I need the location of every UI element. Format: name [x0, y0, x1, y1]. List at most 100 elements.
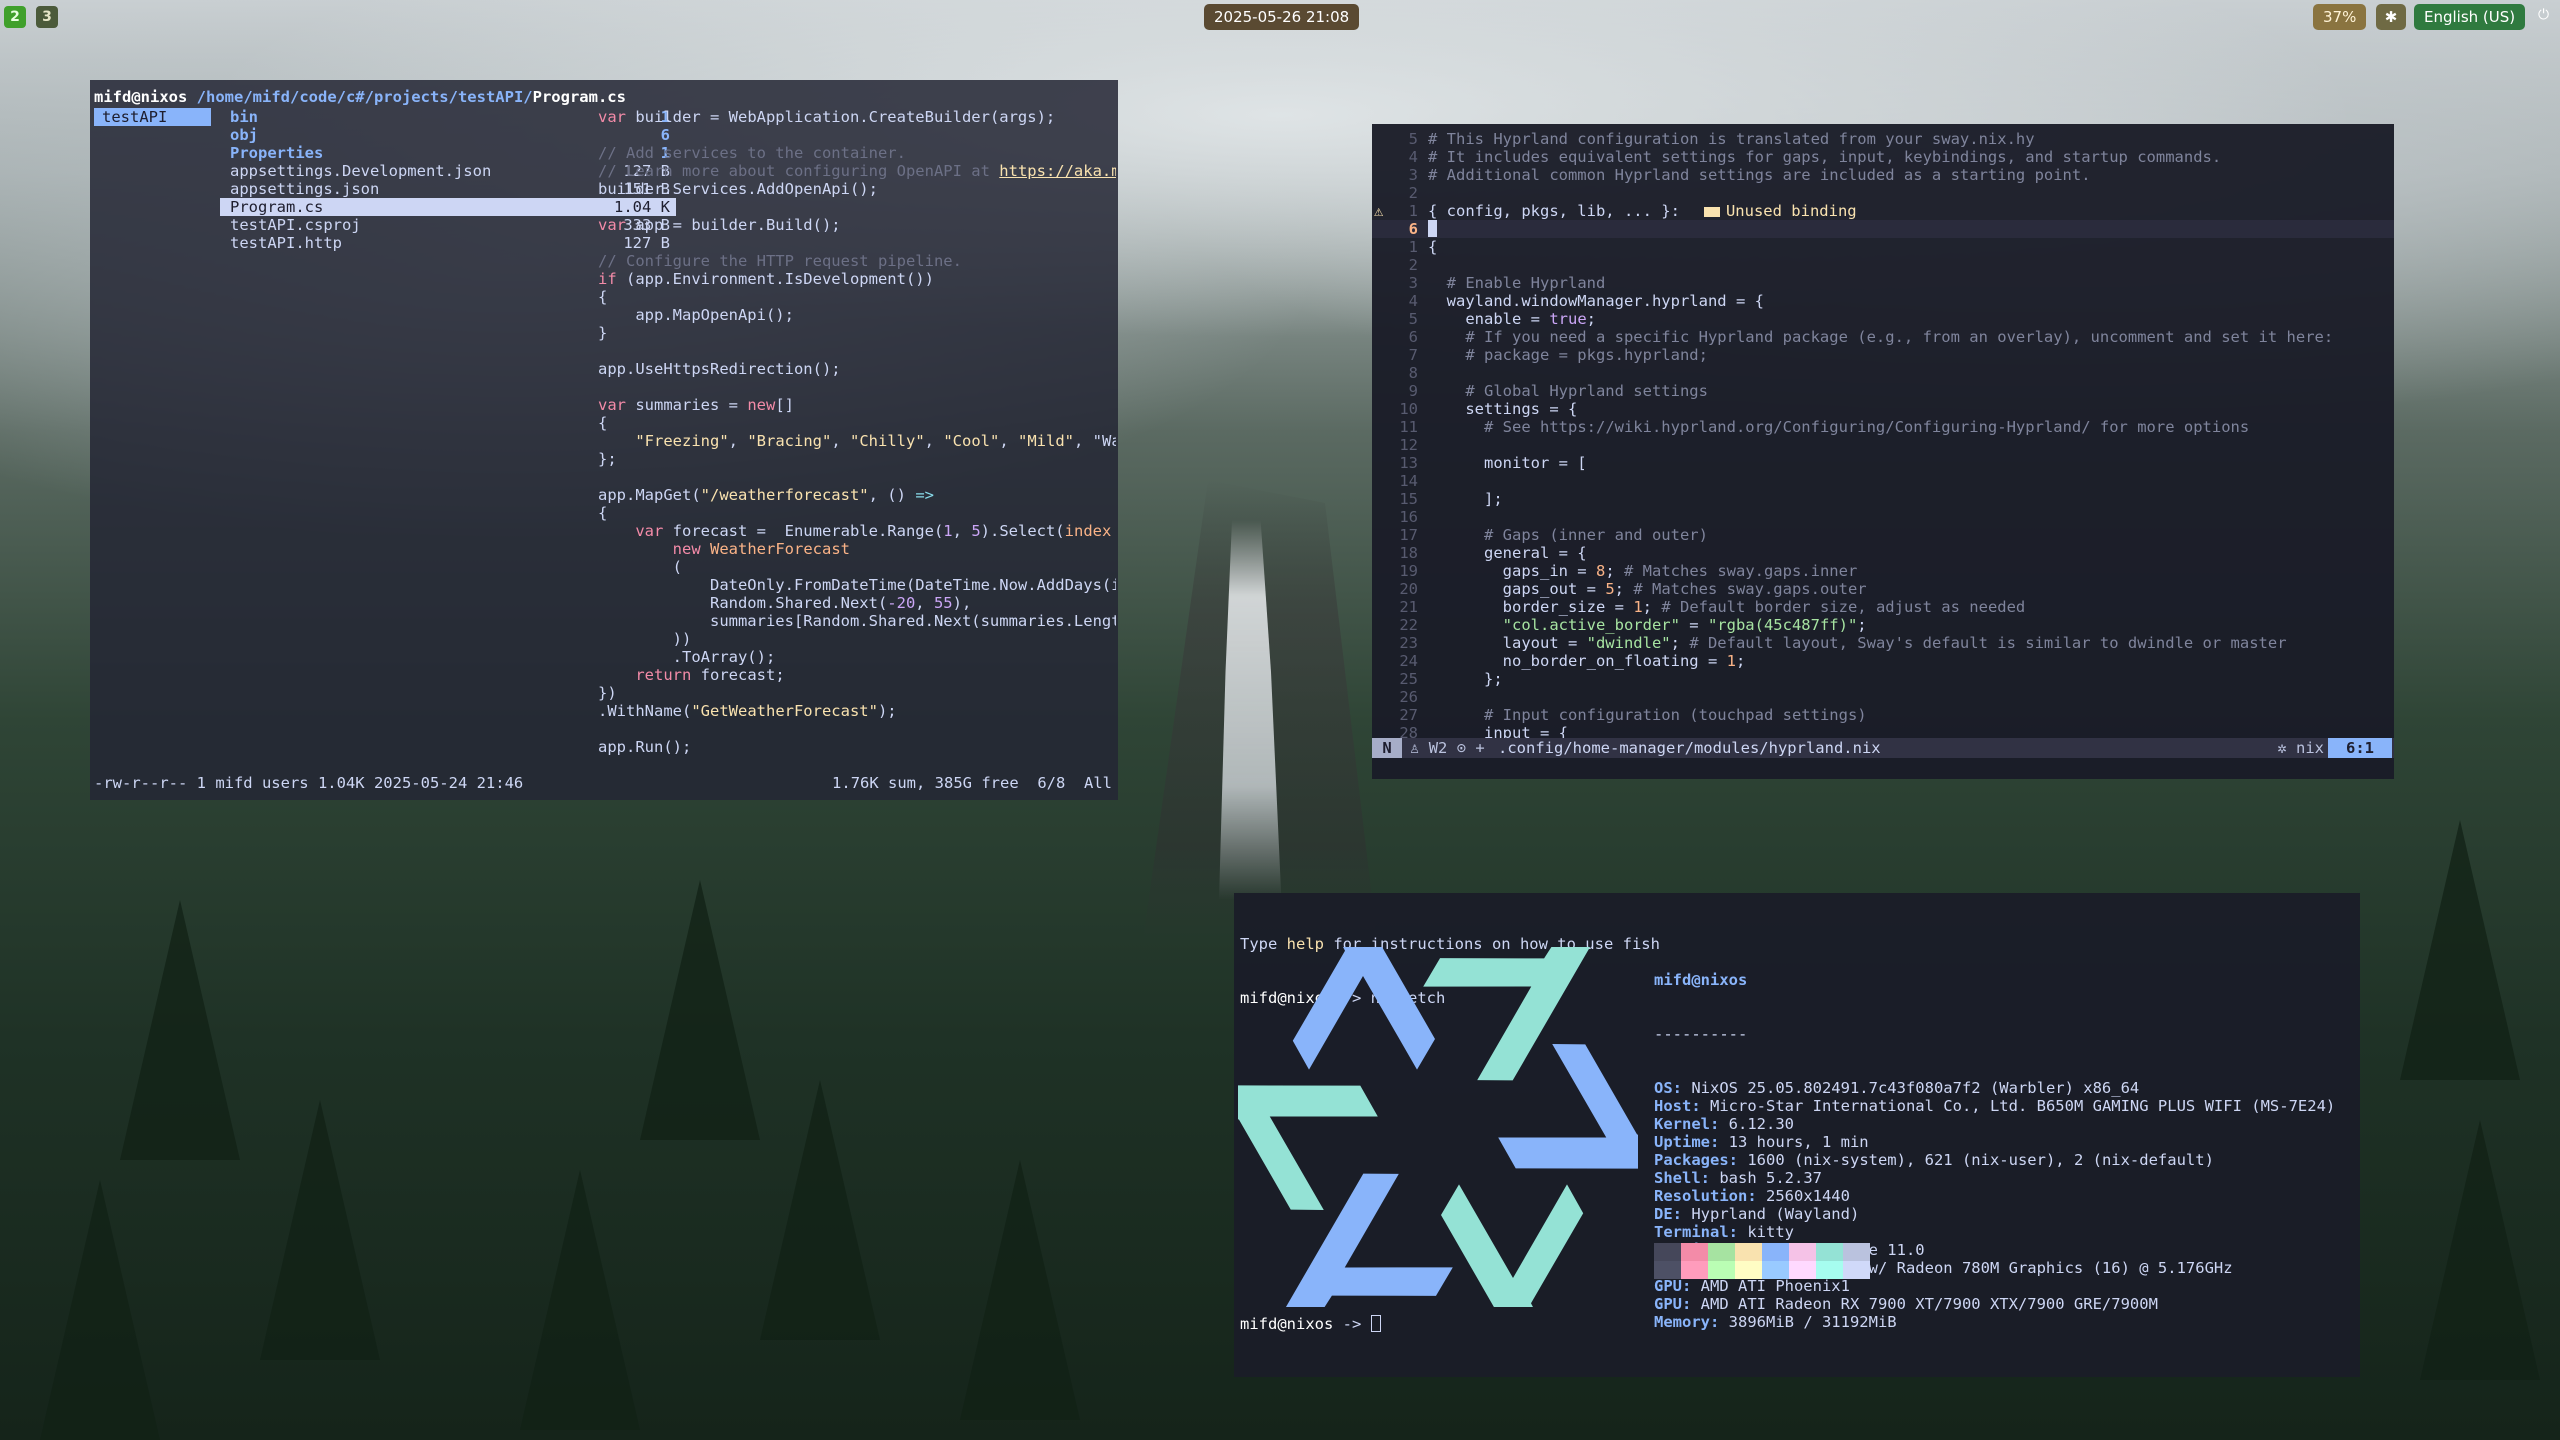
background-tree [120, 900, 240, 1160]
code-line: # Enable Hyprland [1446, 274, 1606, 292]
line-number: 11 [1399, 418, 1418, 436]
preview-line: summaries[Random.Shared.Next(summaries.L… [598, 612, 1116, 630]
info-value: Hyprland (Wayland) [1682, 1205, 1860, 1223]
line-number: 10 [1399, 400, 1418, 418]
shell-prompt[interactable]: mifd@nixos -> [1240, 1315, 1381, 1333]
info-value: kitty [1738, 1223, 1794, 1241]
lf-parent-entry[interactable]: testAPI [94, 108, 211, 126]
code-line: monitor = [ [1428, 454, 1587, 472]
preview-line [598, 126, 1116, 144]
code-line: # See https://wiki.hyprland.org/Configur… [1484, 418, 2250, 436]
code-line: general = { [1428, 544, 1587, 562]
lf-user-host: mifd@nixos [94, 88, 188, 106]
line-number: 15 [1399, 490, 1418, 508]
line-number: 6 [1408, 328, 1418, 346]
info-row: GPU: AMD ATI Radeon RX 7900 XT/7900 XTX/… [1654, 1295, 2335, 1313]
workspace-button-3[interactable]: 3 [36, 6, 58, 28]
background-tree [520, 1170, 640, 1430]
palette-swatch [1654, 1243, 1681, 1279]
code-line: gaps_in = 8; # Matches sway.gaps.inner [1428, 562, 1858, 580]
line-number: 3 [1408, 166, 1418, 184]
info-key: GPU: [1654, 1295, 1692, 1313]
power-icon[interactable]: ⏻ [2538, 6, 2556, 26]
preview-line: )) [598, 630, 692, 648]
lf-path-dir: /home/mifd/code/c#/projects/testAPI/ [196, 88, 533, 106]
bluetooth-icon[interactable]: ✱ [2376, 4, 2406, 30]
prompt-arrow: -> [1333, 1315, 1371, 1333]
logo-lambda [1292, 947, 1436, 1070]
preview-line: Random.Shared.Next(-20, 55), [598, 594, 972, 612]
info-value: 13 hours, 1 min [1719, 1133, 1869, 1151]
code-line: # Gaps (inner and outer) [1484, 526, 1708, 544]
info-value: 6.12.30 [1719, 1115, 1794, 1133]
battery-indicator[interactable]: 37% [2313, 4, 2367, 30]
preview-line: if (app.Environment.IsDevelopment()) [598, 270, 934, 288]
line-number: 13 [1399, 454, 1418, 472]
nvim-filetype: ✲ nix [2277, 738, 2324, 758]
line-number: 22 [1399, 616, 1418, 634]
nixos-logo [1238, 947, 1638, 1307]
workspace-button-2[interactable]: 2 [4, 6, 26, 28]
preview-line: new WeatherForecast [672, 540, 850, 558]
line-number: 19 [1399, 562, 1418, 580]
nvim-filename: .config/home-manager/modules/hyprland.ni… [1498, 739, 1881, 757]
code-line: { [1428, 238, 1438, 256]
nvim-workspace-label: W2 [1428, 739, 1448, 757]
preview-line [598, 342, 1116, 360]
preview-line: app.UseHttpsRedirection(); [598, 360, 841, 378]
code-line: }; [1428, 670, 1503, 688]
code-line: ]; [1428, 490, 1503, 508]
preview-line [598, 198, 1116, 216]
line-number: 18 [1399, 544, 1418, 562]
terminal-window[interactable]: Type help for instructions on how to use… [1234, 893, 2360, 1377]
palette-swatch [1789, 1243, 1816, 1279]
line-number: 26 [1399, 688, 1418, 706]
line-number: 23 [1399, 634, 1418, 652]
info-key: Host: [1654, 1097, 1701, 1115]
info-row: Resolution: 2560x1440 [1654, 1187, 2335, 1205]
file-manager-window[interactable]: mifd@nixos /home/mifd/code/c#/projects/t… [90, 80, 1118, 800]
info-row: Uptime: 13 hours, 1 min [1654, 1133, 2335, 1151]
preview-line: app.Run(); [598, 738, 692, 756]
line-number: 7 [1408, 346, 1418, 364]
background-tree [2420, 1120, 2540, 1380]
lf-path: mifd@nixos /home/mifd/code/c#/projects/t… [94, 88, 626, 106]
palette-swatch [1762, 1243, 1789, 1279]
preview-line: .WithName("GetWeatherForecast"); [598, 702, 897, 720]
background-tree [760, 1080, 880, 1340]
neovim-window[interactable]: ⚠ 5 4 3 2 1 6 1 2 3 4 5 6 7 8 9 10 11 12 13 14 15 16 17 18 19 20 2… [1372, 124, 2394, 779]
background-tree [260, 1100, 380, 1360]
text-cursor [1428, 220, 1437, 237]
info-row: GPU: AMD ATI Phoenix1 [1654, 1277, 2335, 1295]
background-tree [2400, 820, 2520, 1080]
nvim-buffer[interactable]: # This Hyprland configuration is transla… [1428, 130, 2388, 742]
info-key: Kernel: [1654, 1115, 1720, 1133]
preview-line [598, 468, 1116, 486]
logo-lambda [1440, 1184, 1584, 1307]
preview-line: app.MapGet("/weatherforecast", () => [598, 486, 934, 504]
line-number: 21 [1399, 598, 1418, 616]
code-line: # Global Hyprland settings [1465, 382, 1708, 400]
info-value: 3896MiB / 31192MiB [1719, 1313, 1897, 1331]
lf-entry-name: obj [230, 126, 258, 144]
info-key: Memory: [1654, 1313, 1720, 1331]
line-number: 2 [1408, 256, 1418, 274]
preview-line: // Add services to the container. [598, 144, 906, 162]
lf-entry-name: appsettings.Development.json [230, 162, 492, 180]
preview-line: } [598, 324, 608, 342]
line-number: 9 [1408, 382, 1418, 400]
code-line: # If you need a specific Hyprland packag… [1465, 328, 2334, 346]
line-number: 5 [1408, 130, 1418, 148]
keyboard-layout[interactable]: English (US) [2414, 4, 2526, 30]
background-tree [960, 1160, 1080, 1420]
info-title: mifd@nixos [1654, 971, 1748, 989]
line-number: 1 [1408, 238, 1418, 256]
code-line: # Additional common Hyprland settings ar… [1428, 166, 2091, 184]
lf-status-right: 1.76K sum, 385G free 6/8 All [832, 774, 1112, 792]
code-line: gaps_out = 5; # Matches sway.gaps.outer [1428, 580, 1867, 598]
